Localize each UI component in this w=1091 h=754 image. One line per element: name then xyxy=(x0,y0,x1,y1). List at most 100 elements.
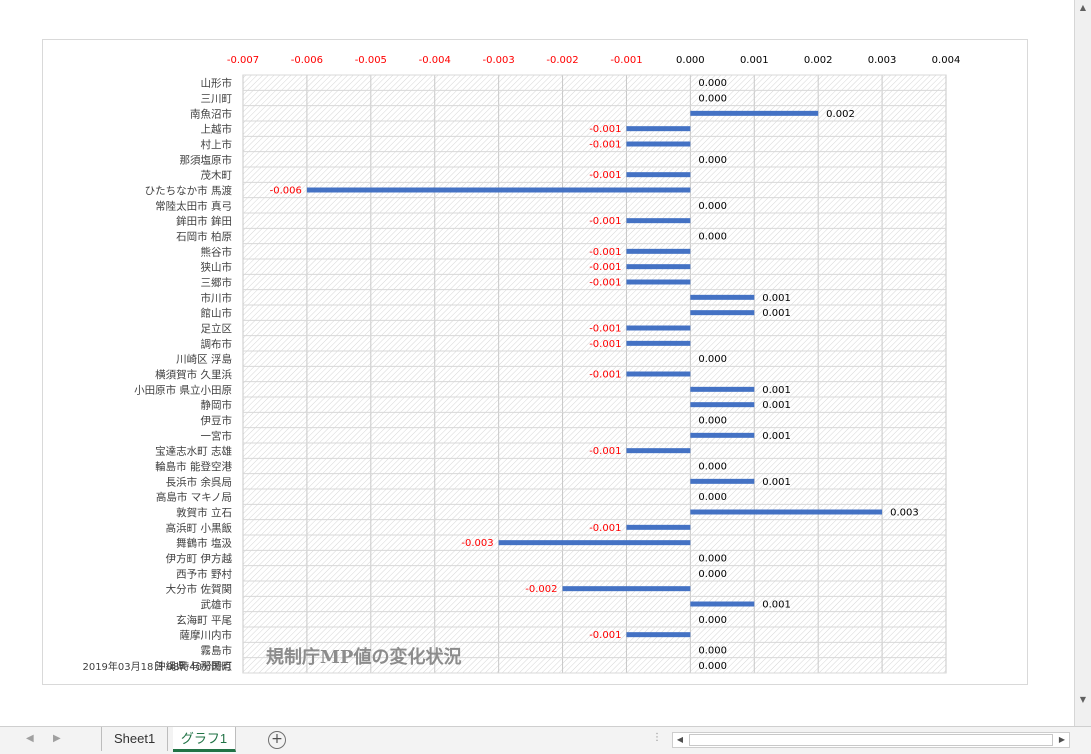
data-label: -0.001 xyxy=(589,339,621,350)
data-label: 0.001 xyxy=(762,431,791,442)
data-label: 0.001 xyxy=(762,477,791,488)
data-label: -0.001 xyxy=(589,370,621,381)
x-tick-label: -0.007 xyxy=(227,55,259,66)
data-label: 0.000 xyxy=(698,492,727,503)
category-label: 西予市 野村 xyxy=(176,567,232,580)
bar xyxy=(626,172,691,178)
x-tick-label: -0.006 xyxy=(291,55,323,66)
data-label: 0.001 xyxy=(762,400,791,411)
data-label: -0.006 xyxy=(270,186,302,197)
x-tick-label: 0.000 xyxy=(676,55,705,66)
category-label: 足立区 xyxy=(201,322,233,335)
x-tick-label: 0.004 xyxy=(932,55,961,66)
bar xyxy=(690,110,819,116)
tab-splitter-icon[interactable]: ⋮ xyxy=(652,732,663,743)
bar xyxy=(690,509,883,515)
bar xyxy=(690,601,755,607)
bar xyxy=(626,279,691,285)
bar xyxy=(690,478,755,484)
data-label: 0.000 xyxy=(698,646,727,657)
data-label: 0.000 xyxy=(698,615,727,626)
x-tick-label: 0.001 xyxy=(740,55,769,66)
category-label: 常陸太田市 真弓 xyxy=(155,199,232,212)
data-label: 0.000 xyxy=(698,554,727,565)
category-label: 玄海町 平尾 xyxy=(176,613,232,626)
chart-area[interactable]: -0.007 -0.006 -0.005 -0.004 -0.003 -0.002 -0.0… xyxy=(42,39,1028,685)
x-tick-label: 0.002 xyxy=(804,55,833,66)
prev-sheet-icon[interactable]: ◀ xyxy=(26,733,34,744)
category-label: 南魚沼市 xyxy=(190,107,232,120)
horizontal-scroll-thumb[interactable] xyxy=(689,734,1053,746)
bar xyxy=(626,141,691,147)
sheet-tab-bar: ◀ ▶ Sheet1 グラフ1 + ⋮ ◀ ▶ xyxy=(0,726,1091,754)
category-label: 上越市 xyxy=(201,123,233,136)
data-label: -0.001 xyxy=(589,278,621,289)
next-sheet-icon[interactable]: ▶ xyxy=(53,733,61,744)
vertical-scrollbar[interactable]: ▲ ▼ xyxy=(1074,0,1091,726)
data-label: -0.001 xyxy=(589,247,621,258)
scroll-left-icon[interactable]: ◀ xyxy=(673,733,687,747)
scroll-up-icon[interactable]: ▲ xyxy=(1075,0,1091,16)
category-label: 伊豆市 xyxy=(201,414,233,427)
category-label: 那須塩原市 xyxy=(180,153,233,166)
category-label: 薩摩川内市 xyxy=(180,629,233,642)
add-sheet-icon[interactable]: + xyxy=(268,731,286,749)
bar-chart: -0.007 -0.006 -0.005 -0.004 -0.003 -0.002 -0.0… xyxy=(82,55,961,674)
category-label: 石岡市 柏原 xyxy=(176,230,232,243)
bar xyxy=(626,371,691,377)
category-label: 高島市 マキノ局 xyxy=(156,491,232,504)
tab-sheet1[interactable]: Sheet1 xyxy=(101,727,169,751)
bar xyxy=(306,187,691,193)
bar xyxy=(626,264,691,270)
bar xyxy=(626,448,691,454)
category-label: 一宮市 xyxy=(201,429,233,442)
category-label: ひたちなか市 馬渡 xyxy=(145,184,233,197)
category-label: 館山市 xyxy=(201,307,233,320)
bar xyxy=(626,632,691,638)
data-label: 0.001 xyxy=(762,293,791,304)
scroll-down-icon[interactable]: ▼ xyxy=(1075,692,1091,708)
timestamp-label: 2019年03月18日 08時40分時点 xyxy=(82,660,232,673)
category-label: 川崎区 浮島 xyxy=(176,353,232,366)
category-label: 山形市 xyxy=(201,77,233,90)
category-label: 三郷市 xyxy=(201,276,233,289)
category-label: 市川市 xyxy=(201,291,233,304)
category-label: 大分市 佐賀関 xyxy=(166,583,232,596)
bar xyxy=(626,218,691,224)
scroll-right-icon[interactable]: ▶ xyxy=(1055,733,1069,747)
bar xyxy=(690,402,755,408)
x-tick-label: 0.003 xyxy=(868,55,897,66)
data-label: 0.000 xyxy=(698,232,727,243)
chart-title: 規制庁MP値の変化状況 xyxy=(266,646,461,668)
data-label: -0.001 xyxy=(589,324,621,335)
x-tick-label: -0.004 xyxy=(419,55,451,66)
horizontal-scrollbar[interactable]: ◀ ▶ xyxy=(672,732,1070,748)
data-label: -0.001 xyxy=(589,262,621,273)
data-label: 0.000 xyxy=(698,94,727,105)
category-label: 敦賀市 立石 xyxy=(176,506,232,519)
data-label: -0.001 xyxy=(589,446,621,457)
data-label: 0.000 xyxy=(698,569,727,580)
category-label: 舞鶴市 塩汲 xyxy=(176,537,232,550)
category-label: 霧島市 xyxy=(201,644,233,657)
x-tick-label: -0.001 xyxy=(610,55,642,66)
data-label: 0.003 xyxy=(890,508,919,519)
data-label: 0.001 xyxy=(762,385,791,396)
category-label: 村上市 xyxy=(201,138,233,151)
bar xyxy=(626,524,691,530)
bar xyxy=(626,325,691,331)
bar xyxy=(626,248,691,254)
data-label: -0.003 xyxy=(461,538,493,549)
x-tick-label: -0.002 xyxy=(546,55,578,66)
x-tick-label: -0.005 xyxy=(355,55,387,66)
data-label: -0.001 xyxy=(589,216,621,227)
data-label: 0.000 xyxy=(698,661,727,672)
data-label: -0.001 xyxy=(589,124,621,135)
tab-graph1[interactable]: グラフ1 xyxy=(173,727,236,752)
bar xyxy=(690,432,755,438)
chart-sheet-area: -0.007 -0.006 -0.005 -0.004 -0.003 -0.002 -0.0… xyxy=(0,0,1075,726)
category-label: 狭山市 xyxy=(201,261,233,274)
category-label: 武雄市 xyxy=(201,598,233,611)
category-label: 伊方町 伊方越 xyxy=(166,552,233,565)
bar xyxy=(562,586,691,592)
